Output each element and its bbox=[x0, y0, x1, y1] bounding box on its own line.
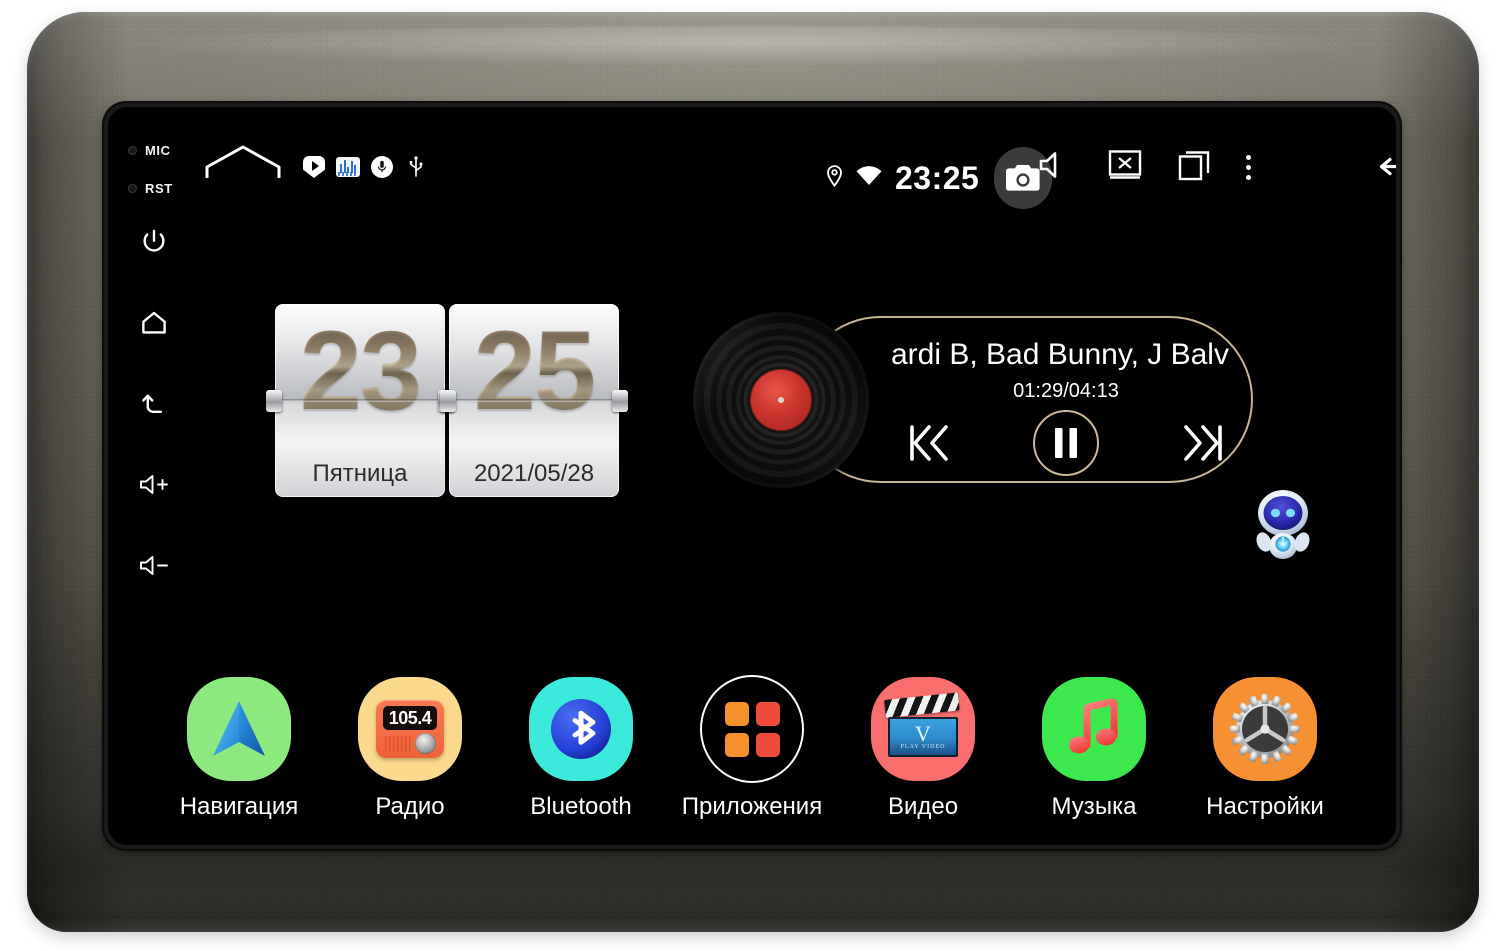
bezel-highlight bbox=[117, 26, 1387, 66]
app-label: Настройки bbox=[1206, 793, 1324, 820]
app-navigation[interactable]: Навигация bbox=[164, 677, 314, 821]
clock-axle-left-2 bbox=[440, 390, 456, 412]
more-vertical-icon[interactable] bbox=[1246, 155, 1251, 180]
microphone-icon bbox=[370, 155, 394, 179]
clock-axle-left bbox=[266, 390, 282, 412]
apps-grid-squares bbox=[724, 701, 780, 757]
home-icon[interactable] bbox=[137, 306, 171, 340]
wifi-icon bbox=[856, 165, 882, 191]
robot-assistant-icon[interactable] bbox=[1245, 488, 1321, 560]
clock-weekday: Пятница bbox=[312, 460, 408, 487]
video-icon: V PLAY VIDEO bbox=[871, 677, 975, 781]
clapperboard: V PLAY VIDEO bbox=[884, 692, 960, 758]
touchscreen[interactable]: MIC RST 23:25 23 Пятница 25 2021/05/28 a… bbox=[108, 107, 1396, 845]
location-pin-icon bbox=[826, 164, 843, 192]
app-label: Приложения bbox=[681, 793, 823, 820]
status-bar: 23:25 bbox=[108, 107, 1396, 219]
clock-minutes: 25 bbox=[449, 312, 619, 430]
radio-speaker-grill bbox=[385, 736, 411, 752]
usb-icon bbox=[404, 155, 428, 179]
clapper-letter: V bbox=[915, 721, 931, 746]
music-player-widget[interactable]: ardi B, Bad Bunny, J Balv 01:29/04:13 bbox=[693, 312, 1257, 488]
bluetooth-icon bbox=[529, 677, 633, 781]
clapper-top bbox=[884, 692, 960, 718]
radio-frequency: 105.4 bbox=[383, 706, 437, 730]
radio-icon: 105.4 bbox=[358, 677, 462, 781]
clapper-text: PLAY VIDEO bbox=[900, 744, 946, 750]
recent-apps-icon[interactable] bbox=[1178, 149, 1210, 186]
app-label: Радио bbox=[375, 793, 445, 820]
speaker-mute-icon[interactable] bbox=[1038, 150, 1072, 185]
volume-down-icon[interactable] bbox=[137, 549, 171, 583]
track-title: ardi B, Bad Bunny, J Balv bbox=[891, 338, 1229, 371]
music-note-icon bbox=[1042, 677, 1146, 781]
app-label: Видео bbox=[887, 793, 959, 820]
screenshot-root: MIC RST 23:25 23 Пятница 25 2021/05/28 a… bbox=[0, 0, 1500, 951]
radio-body: 105.4 bbox=[376, 700, 444, 758]
notification-icons bbox=[302, 155, 428, 179]
app-bluetooth[interactable]: Bluetooth bbox=[506, 677, 656, 821]
pause-icon[interactable] bbox=[1033, 410, 1099, 476]
app-dock: Навигация 105.4 Радио Bluetooth Приложен… bbox=[164, 675, 1340, 821]
track-time: 01:29/04:13 bbox=[1013, 380, 1119, 402]
clock-hours-split bbox=[275, 399, 445, 402]
home-outline-icon[interactable] bbox=[204, 143, 282, 181]
apps-grid-circle bbox=[700, 675, 804, 783]
navigation-icon bbox=[187, 677, 291, 781]
app-music[interactable]: Музыка bbox=[1019, 677, 1169, 821]
power-icon[interactable] bbox=[137, 225, 171, 259]
status-clock: 23:25 bbox=[895, 160, 980, 196]
app-label: Навигация bbox=[179, 793, 299, 820]
hardkey-column bbox=[126, 225, 182, 583]
vinyl-record-album-art bbox=[693, 312, 869, 488]
status-right-group bbox=[1038, 149, 1251, 186]
status-center-group: 23:25 bbox=[826, 147, 1053, 209]
app-radio[interactable]: 105.4 Радио bbox=[335, 677, 485, 821]
app-settings[interactable]: Настройки bbox=[1190, 677, 1340, 821]
player-controls bbox=[891, 410, 1241, 476]
back-icon[interactable] bbox=[137, 387, 171, 421]
clapper-board: V PLAY VIDEO bbox=[888, 717, 958, 757]
clock-hours-card: 23 Пятница bbox=[266, 304, 454, 497]
volume-up-icon[interactable] bbox=[137, 468, 171, 502]
gear-graphic bbox=[1229, 693, 1301, 765]
play-shield-icon bbox=[302, 155, 326, 179]
clock-date: 2021/05/28 bbox=[473, 460, 595, 487]
apps-grid-icon bbox=[700, 675, 804, 783]
clock-minutes-split bbox=[449, 399, 619, 402]
clock-hours: 23 bbox=[275, 312, 445, 430]
previous-track-icon[interactable] bbox=[905, 420, 953, 466]
app-video[interactable]: V PLAY VIDEO Видео bbox=[848, 677, 998, 821]
radio-knob bbox=[415, 733, 436, 754]
flip-clock-widget[interactable]: 23 Пятница 25 2021/05/28 bbox=[266, 304, 628, 497]
clock-minutes-card: 25 2021/05/28 bbox=[440, 304, 628, 497]
app-label: Bluetooth bbox=[530, 793, 632, 820]
settings-gear-icon bbox=[1213, 677, 1317, 781]
equalizer-icon bbox=[336, 155, 360, 179]
back-arrow-icon[interactable] bbox=[1376, 155, 1396, 189]
app-label: Музыка bbox=[1051, 793, 1137, 820]
app-applications[interactable]: Приложения bbox=[677, 675, 827, 821]
next-track-icon[interactable] bbox=[1179, 420, 1227, 466]
screen-off-icon[interactable] bbox=[1108, 149, 1142, 186]
clock-axle-right-2 bbox=[612, 390, 628, 412]
